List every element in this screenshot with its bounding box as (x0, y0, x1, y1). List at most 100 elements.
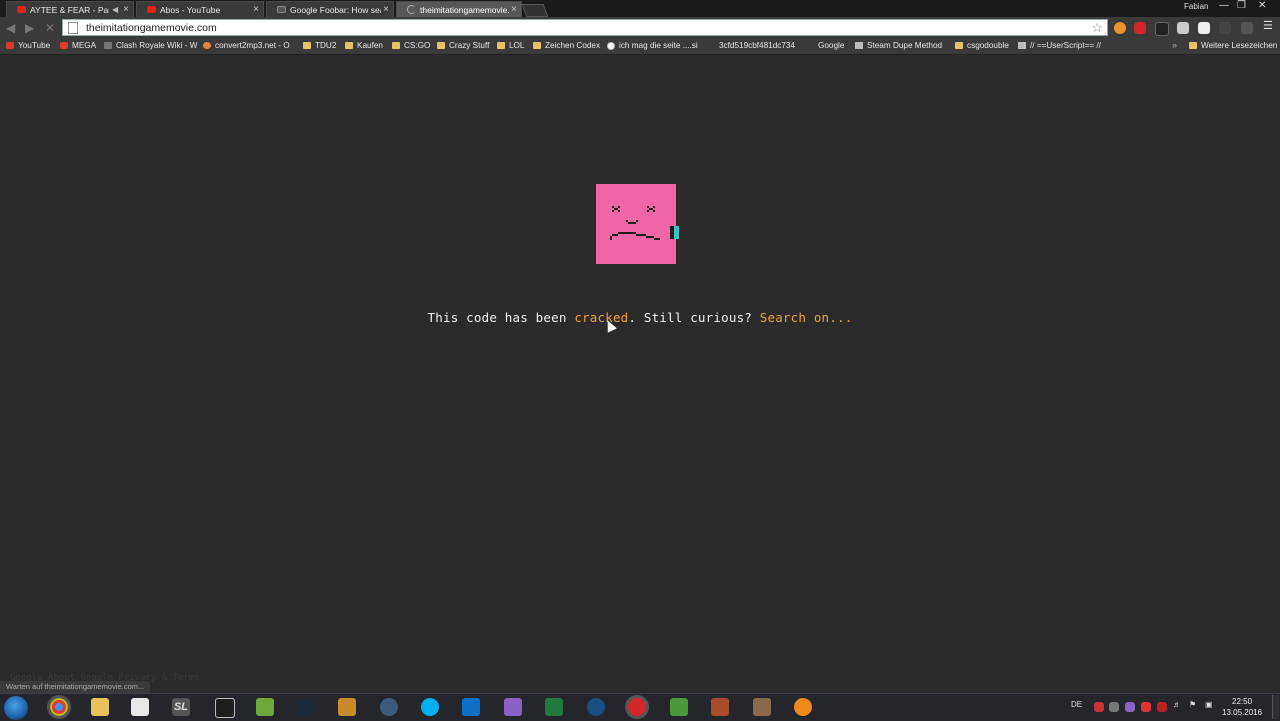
bookmark-other[interactable]: Weitere Lesezeichen (1189, 41, 1277, 50)
google-icon (607, 41, 615, 50)
red-app-taskbar-icon[interactable] (628, 698, 646, 716)
tray-acrobat-icon[interactable] (1157, 702, 1167, 712)
clock-time: 22:50 (1232, 697, 1253, 706)
start-button[interactable] (4, 696, 28, 720)
adblock-plus-icon[interactable] (1134, 22, 1146, 34)
sl-taskbar-icon[interactable]: SL (172, 698, 190, 716)
bookmark-label: // ==UserScript== // (1030, 41, 1101, 50)
back-icon[interactable]: ◀ (6, 21, 15, 35)
tab-strip: AYTEE & FEAR - Parag ◀ × Abos - YouTube … (0, 0, 1280, 17)
csgo-taskbar-icon[interactable] (338, 698, 356, 716)
skype-taskbar-icon[interactable] (421, 698, 439, 716)
vlc-taskbar-icon[interactable] (794, 698, 812, 716)
menu-extension-icon[interactable] (1241, 22, 1253, 34)
tab-abos-youtube[interactable]: Abos - YouTube × (136, 1, 264, 17)
message-middle: . Still curious? (628, 310, 760, 325)
terminal-cursor (670, 226, 679, 239)
tray-red-icon[interactable] (1141, 702, 1151, 712)
steam-taskbar-icon[interactable] (297, 698, 315, 716)
tray-feather-icon[interactable] (1125, 702, 1135, 712)
tray-sl-icon[interactable] (1109, 702, 1119, 712)
bookmark-label: Clash Royale Wiki - W (116, 41, 198, 50)
teamspeak-taskbar-icon[interactable] (380, 698, 398, 716)
tab-imitation-game[interactable]: theimitationgamemovie.c × (396, 1, 522, 17)
tray-app-icon[interactable] (1094, 702, 1104, 712)
search-on-link[interactable]: Search on... (760, 310, 853, 325)
bookmark-steam-dupe[interactable]: Steam Dupe Method (855, 41, 942, 50)
globe-taskbar-icon[interactable] (587, 698, 605, 716)
folder-icon (497, 42, 505, 49)
cookie-extension-icon[interactable] (1114, 22, 1126, 34)
green-app-taskbar-icon[interactable] (670, 698, 688, 716)
folder-icon (533, 42, 541, 49)
film-taskbar-icon[interactable] (215, 698, 235, 718)
bookmark-userscript[interactable]: // ==UserScript== // (1018, 41, 1101, 50)
show-desktop-button[interactable] (1272, 695, 1279, 719)
notes-taskbar-icon[interactable] (256, 698, 274, 716)
bookmark-kaufen[interactable]: Kaufen (345, 41, 383, 50)
browser-toolbar: ◀ ▶ ✕ theimitationgamemovie.com ☆ ☰ (0, 17, 1280, 39)
explorer-taskbar-icon[interactable] (91, 698, 109, 716)
bookmark-youtube[interactable]: YouTube (6, 41, 50, 50)
teamviewer-taskbar-icon[interactable] (462, 698, 480, 716)
network-icon[interactable]: ▣ (1205, 700, 1213, 709)
more-bookmarks-chevron-icon[interactable]: » (1172, 40, 1177, 50)
cast-extension-icon[interactable] (1177, 22, 1189, 34)
tab-label: theimitationgamemovie.c (420, 4, 510, 15)
bookmark-label: LOL (509, 41, 525, 50)
tab-google-foobar[interactable]: Google Foobar: How sear × (266, 1, 394, 17)
close-icon[interactable]: × (253, 4, 259, 15)
bookmark-crazy-stuff[interactable]: Crazy Stuff (437, 41, 489, 50)
folder-icon (303, 42, 311, 49)
bookmark-label: Weitere Lesezeichen (1201, 41, 1278, 50)
chrome-taskbar-icon[interactable] (50, 698, 68, 716)
address-bar[interactable]: theimitationgamemovie.com ☆ (62, 19, 1108, 36)
excel-taskbar-icon[interactable] (545, 698, 563, 716)
bookmark-hash[interactable]: 3cfd519cbf481dc734 (707, 41, 795, 50)
grid-extension-icon[interactable] (1219, 22, 1231, 34)
youtube-icon (147, 6, 156, 13)
bookmark-zeichen-codex[interactable]: Zeichen Codex (533, 41, 600, 50)
screen-extension-icon[interactable] (1198, 22, 1210, 34)
feather-taskbar-icon[interactable] (504, 698, 522, 716)
cracked-link[interactable]: cracked (574, 310, 628, 325)
windows-taskbar: SL DE ♬ ⚑ ▣ 22:50 13.05.2016 (0, 693, 1280, 721)
bookmark-label: ich mag die seite ....si (619, 41, 698, 50)
bookmark-lol[interactable]: LOL (497, 41, 524, 50)
speaker-icon: ◀ (112, 5, 119, 14)
language-indicator[interactable]: DE (1071, 700, 1082, 709)
mail-extension-icon[interactable] (1155, 22, 1169, 36)
restore-icon[interactable]: ❐ (1237, 0, 1246, 11)
bookmark-google[interactable]: Google (806, 41, 844, 50)
close-icon[interactable]: × (511, 4, 517, 15)
clock-date: 13.05.2016 (1222, 708, 1263, 717)
chrome-menu-icon[interactable]: ☰ (1263, 19, 1275, 32)
bookmark-clash-royale[interactable]: Clash Royale Wiki - W (104, 41, 197, 50)
forward-icon[interactable]: ▶ (25, 21, 34, 35)
close-icon[interactable]: × (123, 4, 129, 15)
action-center-flag-icon[interactable]: ⚑ (1189, 700, 1196, 709)
stop-loading-icon[interactable]: ✕ (45, 21, 55, 35)
folder-icon (437, 42, 445, 49)
tools-taskbar-icon[interactable] (753, 698, 771, 716)
bookmark-star-icon[interactable]: ☆ (1091, 20, 1103, 35)
bookmark-tdu2[interactable]: TDU2 (303, 41, 336, 50)
bookmark-label: Crazy Stuff (449, 41, 490, 50)
bookmark-ich-mag[interactable]: ich mag die seite ....si (607, 41, 698, 50)
bookmark-mega[interactable]: MEGA (60, 41, 96, 50)
minimize-icon[interactable]: — (1219, 0, 1229, 11)
bookmark-csgo[interactable]: CS:GO (392, 41, 430, 50)
new-tab-button[interactable] (521, 4, 549, 17)
volume-icon[interactable]: ♬ (1173, 700, 1181, 709)
taskbar-clock[interactable]: 22:50 13.05.2016 (1222, 696, 1262, 718)
bookmark-csgodouble[interactable]: csgodouble (955, 41, 1009, 50)
media-player-taskbar-icon[interactable] (131, 698, 149, 716)
bookmark-label: Steam Dupe Method (867, 41, 943, 50)
tab-label: Google Foobar: How sear (290, 4, 382, 15)
tab-aytee[interactable]: AYTEE & FEAR - Parag ◀ × (6, 1, 134, 17)
game-taskbar-icon[interactable] (711, 698, 729, 716)
bookmark-convert2mp3[interactable]: convert2mp3.net - O (203, 41, 290, 50)
close-icon[interactable]: × (383, 4, 389, 15)
profile-name[interactable]: Fabian (1184, 2, 1208, 11)
window-close-icon[interactable]: ✕ (1258, 0, 1266, 11)
